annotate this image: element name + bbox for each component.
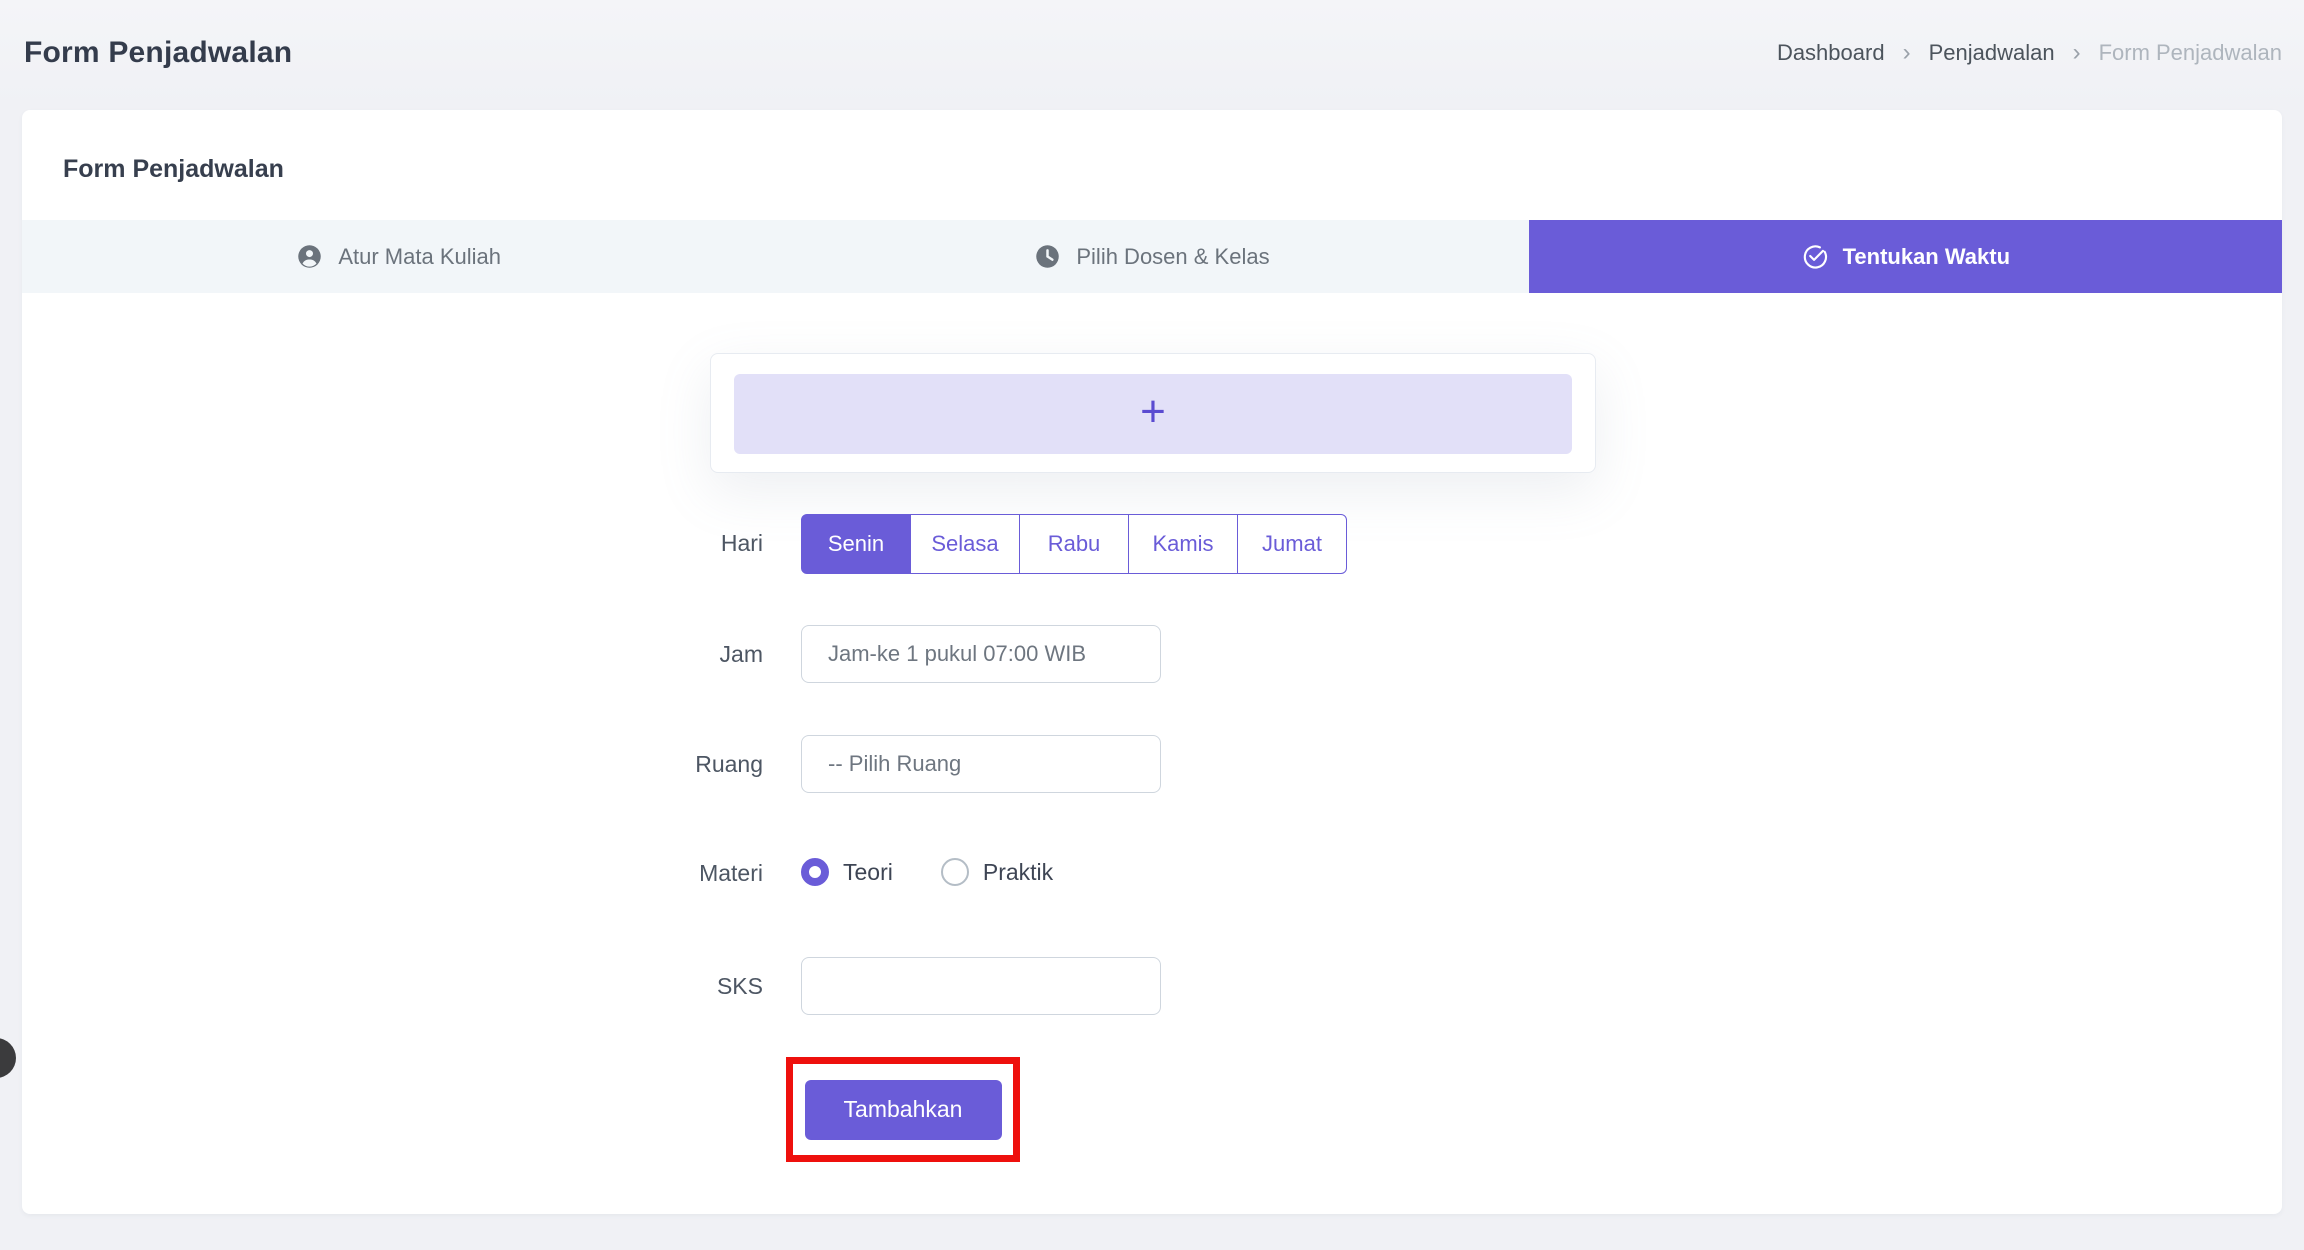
ruang-label: Ruang <box>22 751 763 778</box>
tab-tentukan-waktu[interactable]: Tentukan Waktu <box>1529 220 2282 293</box>
add-schedule-button[interactable]: + <box>734 374 1572 454</box>
radio-praktik[interactable] <box>941 858 969 886</box>
radio-option-praktik[interactable]: Praktik <box>941 858 1053 886</box>
radio-option-teori[interactable]: Teori <box>801 858 893 886</box>
radio-teori-label: Teori <box>843 859 893 886</box>
jam-select[interactable]: Jam-ke 1 pukul 07:00 WIB <box>801 625 1161 683</box>
floating-widget-handle[interactable] <box>0 1038 16 1078</box>
add-schedule-card: + <box>710 353 1596 473</box>
breadcrumb-item-penjadwalan[interactable]: Penjadwalan <box>1929 40 2055 66</box>
annotation-highlight: Tambahkan <box>786 1057 1020 1162</box>
tambahkan-button[interactable]: Tambahkan <box>805 1080 1002 1140</box>
day-button-rabu[interactable]: Rabu <box>1019 514 1129 574</box>
day-button-kamis[interactable]: Kamis <box>1128 514 1238 574</box>
materi-label: Materi <box>22 860 763 887</box>
breadcrumb-item-form-penjadwalan: Form Penjadwalan <box>2099 40 2282 66</box>
clock-icon <box>1034 243 1061 270</box>
materi-radio-group: Teori Praktik <box>801 855 1053 889</box>
ruang-select[interactable]: -- Pilih Ruang <box>801 735 1161 793</box>
tab-label: Tentukan Waktu <box>1843 244 2010 270</box>
page-title: Form Penjadwalan <box>24 36 292 70</box>
tab-atur-mata-kuliah[interactable]: Atur Mata Kuliah <box>22 220 775 293</box>
tab-label: Pilih Dosen & Kelas <box>1076 244 1269 270</box>
tab-pilih-dosen-kelas[interactable]: Pilih Dosen & Kelas <box>775 220 1528 293</box>
breadcrumb: Dashboard › Penjadwalan › Form Penjadwal… <box>1777 40 2282 66</box>
top-header: Form Penjadwalan Dashboard › Penjadwalan… <box>0 0 2304 106</box>
radio-teori[interactable] <box>801 858 829 886</box>
card-heading: Form Penjadwalan <box>63 155 284 184</box>
tab-label: Atur Mata Kuliah <box>338 244 501 270</box>
form-card: Form Penjadwalan Atur Mata Kuliah Pilih … <box>22 110 2282 1214</box>
day-button-group: Senin Selasa Rabu Kamis Jumat <box>801 514 1347 574</box>
plus-icon: + <box>1140 390 1166 434</box>
breadcrumb-item-dashboard[interactable]: Dashboard <box>1777 40 1885 66</box>
hari-label: Hari <box>22 530 763 557</box>
sks-label: SKS <box>22 973 763 1000</box>
day-button-jumat[interactable]: Jumat <box>1237 514 1347 574</box>
chevron-right-icon: › <box>1903 41 1911 65</box>
chevron-right-icon: › <box>2073 41 2081 65</box>
user-circle-icon <box>296 243 323 270</box>
day-button-selasa[interactable]: Selasa <box>910 514 1020 574</box>
jam-label: Jam <box>22 641 763 668</box>
sks-input[interactable] <box>801 957 1161 1015</box>
radio-praktik-label: Praktik <box>983 859 1053 886</box>
day-button-senin[interactable]: Senin <box>801 514 911 574</box>
wizard-tabs: Atur Mata Kuliah Pilih Dosen & Kelas Ten… <box>22 220 2282 293</box>
check-circle-icon <box>1801 243 1828 270</box>
